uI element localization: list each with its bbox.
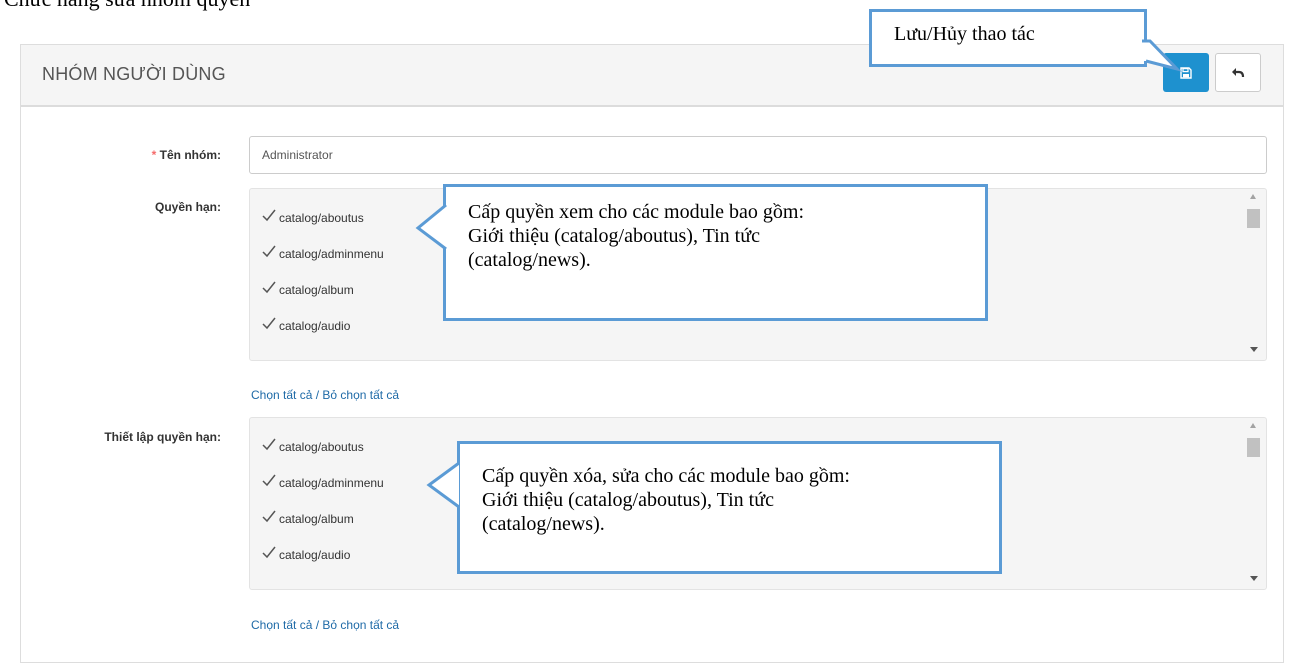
callout-line: (catalog/news). — [482, 513, 605, 535]
callout-line: (catalog/news). — [468, 249, 591, 271]
select-all-link[interactable]: Chọn tất cả — [251, 388, 312, 402]
checkmark-icon[interactable] — [262, 209, 276, 223]
document-heading: Chức năng sửa nhóm quyền — [4, 0, 250, 12]
group-name-label-text: Tên nhóm: — [159, 148, 221, 162]
scroll-down-arrow-icon[interactable] — [1250, 347, 1258, 352]
callout-line: Giới thiệu (catalog/aboutus), Tin tức — [468, 225, 760, 247]
scrollbar-thumb[interactable] — [1247, 438, 1260, 457]
required-mark: * — [151, 148, 157, 162]
save-cancel-callout-text: Lưu/Hủy thao tác — [894, 23, 1035, 45]
modify-permissions-callout: Cấp quyền xóa, sửa cho các module bao gồ… — [457, 441, 1002, 574]
permission-label: catalog/album — [279, 512, 354, 526]
list-item[interactable]: catalog/audio — [262, 317, 384, 355]
group-name-label: * Tên nhóm: — [152, 148, 221, 162]
link-separator: / — [312, 618, 323, 632]
reply-arrow-icon — [1232, 67, 1245, 77]
callout-tail — [415, 203, 447, 251]
scroll-up-arrow-icon[interactable] — [1250, 423, 1256, 428]
deselect-all-link[interactable]: Bỏ chọn tất cả — [322, 388, 399, 402]
checkmark-icon[interactable] — [262, 281, 276, 295]
view-permissions-callout: Cấp quyền xem cho các module bao gồm: Gi… — [443, 184, 988, 321]
callout-line: Cấp quyền xem cho các module bao gồm: — [468, 201, 805, 223]
checkmark-icon[interactable] — [262, 546, 276, 560]
list-item[interactable]: catalog/audio — [262, 546, 384, 584]
group-name-input[interactable] — [249, 136, 1267, 174]
callout-tail — [426, 461, 460, 509]
scroll-down-arrow-icon[interactable] — [1250, 576, 1258, 581]
list-item[interactable]: catalog/adminmenu — [262, 474, 384, 512]
callout-line: Giới thiệu (catalog/aboutus), Tin tức — [482, 489, 774, 511]
permission-label: catalog/adminmenu — [279, 247, 384, 261]
select-all-link[interactable]: Chọn tất cả — [251, 618, 312, 632]
permission-label: catalog/aboutus — [279, 440, 364, 454]
list-item[interactable]: catalog/aboutus — [262, 209, 384, 247]
permission-label: catalog/adminmenu — [279, 476, 384, 490]
page-title: NHÓM NGƯỜI DÙNG — [42, 64, 226, 84]
scroll-up-arrow-icon[interactable] — [1250, 194, 1256, 199]
list-item[interactable]: catalog/album — [262, 281, 384, 319]
modify-permissions-label: Thiết lập quyền hạn: — [104, 430, 221, 444]
scrollbar-thumb[interactable] — [1247, 209, 1260, 228]
save-cancel-callout: Lưu/Hủy thao tác — [869, 9, 1147, 67]
deselect-all-link[interactable]: Bỏ chọn tất cả — [322, 618, 399, 632]
checkmark-icon[interactable] — [262, 438, 276, 452]
permission-label: catalog/aboutus — [279, 211, 364, 225]
permission-label: catalog/audio — [279, 319, 351, 333]
view-permissions-label: Quyền hạn: — [154, 200, 221, 214]
cancel-back-button[interactable] — [1215, 53, 1261, 92]
list-item[interactable]: catalog/aboutus — [262, 438, 384, 476]
checkmark-icon[interactable] — [262, 245, 276, 259]
permission-label: catalog/audio — [279, 548, 351, 562]
view-select-links: Chọn tất cả / Bỏ chọn tất cả — [251, 388, 399, 402]
callout-line: Cấp quyền xóa, sửa cho các module bao gồ… — [482, 465, 850, 487]
list-item[interactable]: catalog/adminmenu — [262, 245, 384, 283]
checkmark-icon[interactable] — [262, 317, 276, 331]
link-separator: / — [312, 388, 323, 402]
checkmark-icon[interactable] — [262, 510, 276, 524]
floppy-disk-icon — [1180, 66, 1192, 79]
modify-select-links: Chọn tất cả / Bỏ chọn tất cả — [251, 618, 399, 632]
checkmark-icon[interactable] — [262, 474, 276, 488]
permission-label: catalog/album — [279, 283, 354, 297]
callout-tail — [1142, 39, 1182, 72]
list-item[interactable]: catalog/album — [262, 510, 384, 548]
